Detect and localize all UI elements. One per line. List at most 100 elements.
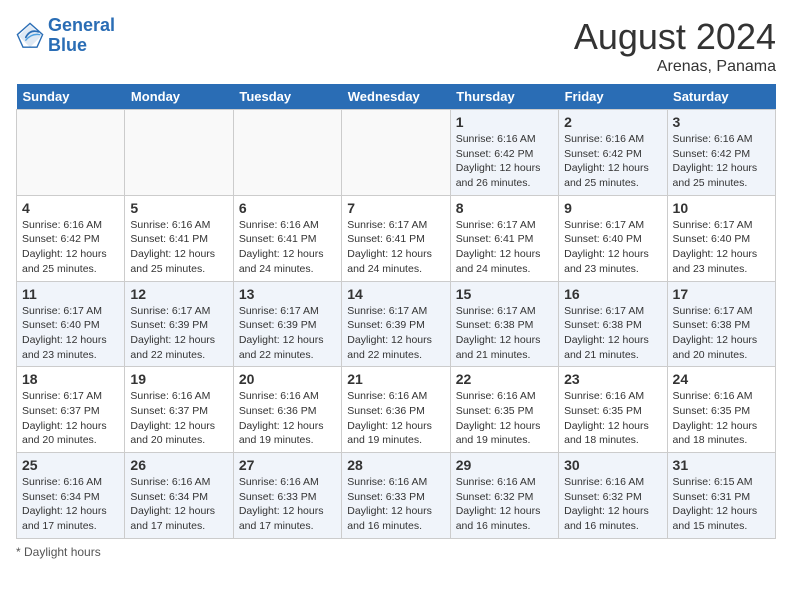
calendar-cell: 24Sunrise: 6:16 AM Sunset: 6:35 PM Dayli…	[667, 367, 775, 453]
day-info: Sunrise: 6:17 AM Sunset: 6:39 PM Dayligh…	[239, 304, 336, 363]
week-row-2: 4 Sunrise: 6:16 AM Sunset: 6:42 PM Daylig…	[17, 195, 776, 281]
calendar-cell: 13 Sunrise: 6:17 AM Sunset: 6:39 PM Dayli…	[233, 281, 341, 367]
calendar-cell: 22Sunrise: 6:16 AM Sunset: 6:35 PM Dayli…	[450, 367, 558, 453]
day-number: 2	[564, 114, 661, 130]
day-info: Sunrise: 6:17 AM Sunset: 6:40 PM Dayligh…	[22, 304, 119, 363]
day-header-row: SundayMondayTuesdayWednesdayThursdayFrid…	[17, 84, 776, 110]
day-number: 13	[239, 286, 336, 302]
day-info: Sunrise: 6:17 AM Sunset: 6:38 PM Dayligh…	[456, 304, 553, 363]
calendar-cell: 16 Sunrise: 6:17 AM Sunset: 6:38 PM Dayli…	[559, 281, 667, 367]
calendar-cell	[17, 110, 125, 196]
day-number: 7	[347, 200, 444, 216]
calendar-cell: 30 Sunrise: 6:16 AM Sunset: 6:32 PM Dayli…	[559, 453, 667, 539]
day-number: 26	[130, 457, 227, 473]
day-number: 29	[456, 457, 553, 473]
page-header: General Blue August 2024 Arenas, Panama	[16, 16, 776, 76]
day-header-friday: Friday	[559, 84, 667, 110]
week-row-5: 25 Sunrise: 6:16 AM Sunset: 6:34 PM Dayli…	[17, 453, 776, 539]
day-info: Sunrise: 6:16 AM Sunset: 6:42 PM Dayligh…	[673, 132, 770, 191]
day-info: Sunrise: 6:17 AM Sunset: 6:41 PM Dayligh…	[347, 218, 444, 277]
day-number: 16	[564, 286, 661, 302]
day-info: Sunrise: 6:17 AM Sunset: 6:39 PM Dayligh…	[130, 304, 227, 363]
calendar-cell: 25 Sunrise: 6:16 AM Sunset: 6:34 PM Dayli…	[17, 453, 125, 539]
day-header-sunday: Sunday	[17, 84, 125, 110]
day-info: Sunrise: 6:16 AM Sunset: 6:35 PM Dayligh…	[456, 389, 553, 448]
day-number: 30	[564, 457, 661, 473]
calendar-cell: 28Sunrise: 6:16 AM Sunset: 6:33 PM Dayli…	[342, 453, 450, 539]
day-number: 31	[673, 457, 770, 473]
day-info: Sunrise: 6:16 AM Sunset: 6:36 PM Dayligh…	[239, 389, 336, 448]
calendar-cell: 21Sunrise: 6:16 AM Sunset: 6:36 PM Dayli…	[342, 367, 450, 453]
logo-text: General Blue	[48, 16, 115, 56]
day-info: Sunrise: 6:16 AM Sunset: 6:33 PM Dayligh…	[239, 475, 336, 534]
day-info: Sunrise: 6:17 AM Sunset: 6:41 PM Dayligh…	[456, 218, 553, 277]
calendar-cell: 18Sunrise: 6:17 AM Sunset: 6:37 PM Dayli…	[17, 367, 125, 453]
calendar-cell: 11 Sunrise: 6:17 AM Sunset: 6:40 PM Dayli…	[17, 281, 125, 367]
day-info: Sunrise: 6:16 AM Sunset: 6:41 PM Dayligh…	[239, 218, 336, 277]
calendar-cell: 15 Sunrise: 6:17 AM Sunset: 6:38 PM Dayli…	[450, 281, 558, 367]
day-number: 4	[22, 200, 119, 216]
logo-icon	[16, 22, 44, 50]
day-info: Sunrise: 6:16 AM Sunset: 6:34 PM Dayligh…	[22, 475, 119, 534]
day-number: 1	[456, 114, 553, 130]
day-number: 20	[239, 371, 336, 387]
day-header-wednesday: Wednesday	[342, 84, 450, 110]
day-number: 25	[22, 457, 119, 473]
day-info: Sunrise: 6:15 AM Sunset: 6:31 PM Dayligh…	[673, 475, 770, 534]
day-info: Sunrise: 6:16 AM Sunset: 6:41 PM Dayligh…	[130, 218, 227, 277]
logo: General Blue	[16, 16, 115, 56]
day-info: Sunrise: 6:16 AM Sunset: 6:33 PM Dayligh…	[347, 475, 444, 534]
calendar-cell: 3 Sunrise: 6:16 AM Sunset: 6:42 PM Daylig…	[667, 110, 775, 196]
day-info: Sunrise: 6:17 AM Sunset: 6:40 PM Dayligh…	[673, 218, 770, 277]
day-header-tuesday: Tuesday	[233, 84, 341, 110]
day-number: 6	[239, 200, 336, 216]
calendar-cell: 2Sunrise: 6:16 AM Sunset: 6:42 PM Daylig…	[559, 110, 667, 196]
calendar-cell: 5 Sunrise: 6:16 AM Sunset: 6:41 PM Daylig…	[125, 195, 233, 281]
day-header-thursday: Thursday	[450, 84, 558, 110]
calendar-cell: 8 Sunrise: 6:17 AM Sunset: 6:41 PM Daylig…	[450, 195, 558, 281]
day-header-monday: Monday	[125, 84, 233, 110]
week-row-1: 1 Sunrise: 6:16 AM Sunset: 6:42 PM Daylig…	[17, 110, 776, 196]
day-info: Sunrise: 6:17 AM Sunset: 6:38 PM Dayligh…	[564, 304, 661, 363]
day-number: 19	[130, 371, 227, 387]
calendar-cell: 27 Sunrise: 6:16 AM Sunset: 6:33 PM Dayli…	[233, 453, 341, 539]
calendar-cell: 26 Sunrise: 6:16 AM Sunset: 6:34 PM Dayli…	[125, 453, 233, 539]
calendar-cell: 17Sunrise: 6:17 AM Sunset: 6:38 PM Dayli…	[667, 281, 775, 367]
calendar-cell: 29 Sunrise: 6:16 AM Sunset: 6:32 PM Dayli…	[450, 453, 558, 539]
day-info: Sunrise: 6:16 AM Sunset: 6:35 PM Dayligh…	[564, 389, 661, 448]
calendar-table: SundayMondayTuesdayWednesdayThursdayFrid…	[16, 84, 776, 539]
day-number: 12	[130, 286, 227, 302]
day-info: Sunrise: 6:16 AM Sunset: 6:42 PM Dayligh…	[22, 218, 119, 277]
calendar-cell: 31 Sunrise: 6:15 AM Sunset: 6:31 PM Dayli…	[667, 453, 775, 539]
day-number: 11	[22, 286, 119, 302]
day-info: Sunrise: 6:16 AM Sunset: 6:37 PM Dayligh…	[130, 389, 227, 448]
calendar-cell: 23Sunrise: 6:16 AM Sunset: 6:35 PM Dayli…	[559, 367, 667, 453]
week-row-4: 18Sunrise: 6:17 AM Sunset: 6:37 PM Dayli…	[17, 367, 776, 453]
day-number: 27	[239, 457, 336, 473]
calendar-cell: 4 Sunrise: 6:16 AM Sunset: 6:42 PM Daylig…	[17, 195, 125, 281]
day-info: Sunrise: 6:17 AM Sunset: 6:37 PM Dayligh…	[22, 389, 119, 448]
calendar-cell: 14 Sunrise: 6:17 AM Sunset: 6:39 PM Dayli…	[342, 281, 450, 367]
calendar-cell: 10 Sunrise: 6:17 AM Sunset: 6:40 PM Dayli…	[667, 195, 775, 281]
day-info: Sunrise: 6:16 AM Sunset: 6:32 PM Dayligh…	[456, 475, 553, 534]
day-number: 21	[347, 371, 444, 387]
calendar-cell: 20 Sunrise: 6:16 AM Sunset: 6:36 PM Dayli…	[233, 367, 341, 453]
day-number: 24	[673, 371, 770, 387]
location: Arenas, Panama	[574, 58, 776, 76]
day-info: Sunrise: 6:17 AM Sunset: 6:39 PM Dayligh…	[347, 304, 444, 363]
day-number: 5	[130, 200, 227, 216]
month-year: August 2024	[574, 16, 776, 58]
day-number: 9	[564, 200, 661, 216]
day-number: 8	[456, 200, 553, 216]
day-info: Sunrise: 6:16 AM Sunset: 6:32 PM Dayligh…	[564, 475, 661, 534]
calendar-cell	[342, 110, 450, 196]
day-number: 3	[673, 114, 770, 130]
day-number: 17	[673, 286, 770, 302]
day-number: 14	[347, 286, 444, 302]
day-info: Sunrise: 6:16 AM Sunset: 6:34 PM Dayligh…	[130, 475, 227, 534]
day-info: Sunrise: 6:17 AM Sunset: 6:40 PM Dayligh…	[564, 218, 661, 277]
day-header-saturday: Saturday	[667, 84, 775, 110]
day-number: 15	[456, 286, 553, 302]
calendar-cell: 1Sunrise: 6:16 AM Sunset: 6:42 PM Daylig…	[450, 110, 558, 196]
day-number: 10	[673, 200, 770, 216]
